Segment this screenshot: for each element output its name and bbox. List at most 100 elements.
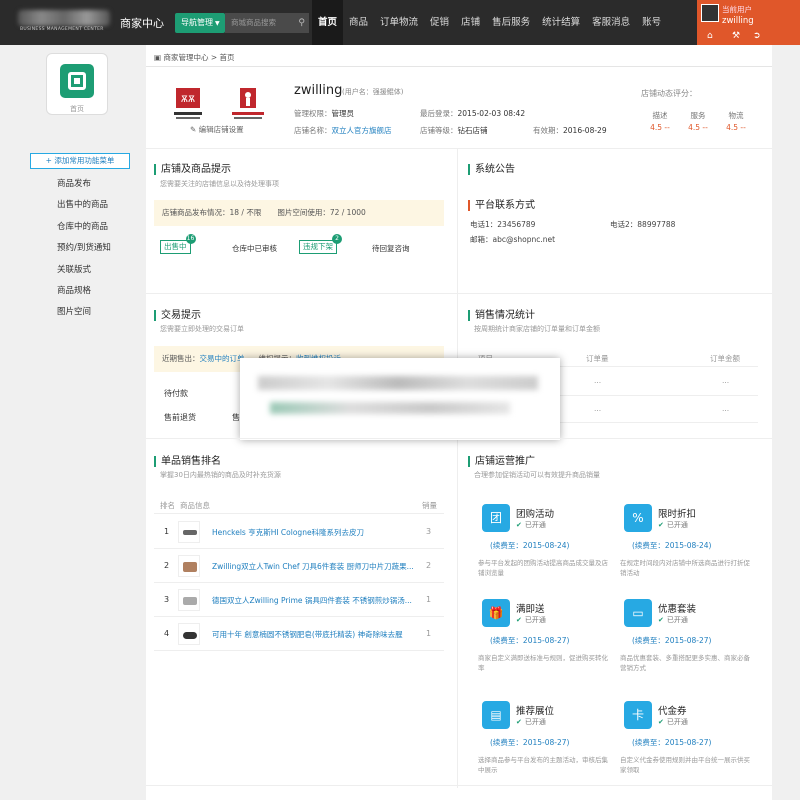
promo-voucher[interactable]: 卡 代金券 已开通 (续费至：2015-08-27) 自定义代金券使用规则并由平… [614, 695, 764, 785]
product-thumbnail[interactable] [178, 623, 200, 645]
sidebar-item-template[interactable]: 关联版式 [57, 263, 91, 275]
rank-header: 排名 [160, 501, 175, 510]
product-thumbnail[interactable] [178, 521, 200, 543]
group-buy-icon: 团 [482, 504, 510, 532]
product-name-link[interactable]: 德国双立人Zwilling Prime 锅具四件套装 不锈钢煎炒锅汤... [212, 595, 422, 606]
rating-service: 服务 4.5 -- [678, 110, 718, 132]
sidebar-item-arrival[interactable]: 预约/到货通知 [57, 241, 111, 253]
top-bar: BUSINESS MANAGEMENT CENTER 商家中心 导航管理 ▼ 商城… [0, 0, 800, 45]
promo-status: 已开通 [516, 615, 546, 625]
rank-number: 4 [164, 629, 170, 638]
menu-store[interactable]: 店铺 [455, 0, 486, 45]
add-common-menu-button[interactable]: + 添加常用功能菜单 [30, 153, 130, 169]
sidebar-item-on-sale[interactable]: 出售中的商品 [57, 198, 108, 210]
product-name-link[interactable]: Henckels 亨克斯HI Cologne科隆系列去皮刀 [212, 527, 422, 538]
divider [146, 785, 772, 786]
promo-name[interactable]: 限时折扣 [658, 506, 696, 520]
promo-name[interactable]: 团购活动 [516, 506, 554, 520]
menu-after-sales[interactable]: 售后服务 [486, 0, 536, 45]
sidebar-item-images[interactable]: 图片空间 [57, 305, 91, 317]
edit-store-label: 编辑店铺设置 [198, 125, 244, 134]
promo-full-gift[interactable]: 🎁 满即送 已开通 (续费至：2015-08-27) 商家自定义满即送标准与规则… [472, 593, 622, 683]
search-input[interactable]: 商城商品搜索 ⚲ [225, 13, 309, 33]
warehouse-approved-link[interactable]: 仓库中已审核 [232, 243, 277, 254]
pending-payment-link[interactable]: 待付款 [164, 388, 188, 399]
divider [146, 148, 772, 149]
pre-sale-return-link[interactable]: 售前退货 [164, 412, 196, 423]
product-thumbnail[interactable] [178, 555, 200, 577]
promo-renew-date[interactable]: (续费至：2015-08-27) [490, 635, 569, 646]
recent-orders-link[interactable]: 交易中的订单 [200, 354, 245, 363]
wrench-icon[interactable]: ⚒ [732, 31, 740, 41]
table-row[interactable]: 4 可用十年 創意楠圆不锈钢肥皂(带底托精装) 神奇除味去腥 1 [154, 617, 444, 651]
menu-messages[interactable]: 客服消息 [586, 0, 636, 45]
promo-name[interactable]: 优惠套装 [658, 601, 696, 615]
divider [154, 513, 444, 514]
edit-store-link[interactable]: ✎ 编辑店铺设置 [190, 124, 244, 135]
sidebar-item-spec[interactable]: 商品规格 [57, 284, 91, 296]
contact-title: 平台联系方式 [468, 200, 535, 211]
henckels-logo [232, 88, 264, 119]
menu-goods[interactable]: 商品 [343, 0, 374, 45]
store-name-link[interactable]: 双立人官方旗舰店 [332, 126, 392, 135]
pending-consult-link[interactable]: 待回复咨询 [372, 243, 410, 254]
search-icon[interactable]: ⚲ [298, 13, 305, 33]
promo-name[interactable]: 推荐展位 [516, 703, 554, 717]
menu-promotion[interactable]: 促销 [424, 0, 455, 45]
promo-group-buy[interactable]: 团 团购活动 已开通 (续费至：2015-08-24) 参与平台发起的团购活动提… [472, 498, 622, 588]
sales-cell: ... [722, 376, 730, 385]
username[interactable]: zwilling [722, 16, 754, 26]
last-login-info: 最后登录：2015-02-03 08:42 [420, 108, 525, 119]
promo-name[interactable]: 代金券 [658, 703, 687, 717]
sidebar-item-warehouse[interactable]: 仓库中的商品 [57, 220, 108, 232]
promo-discount[interactable]: % 限时折扣 已开通 (续费至：2015-08-24) 在规定时间段内对店铺中所… [614, 498, 764, 588]
blurred-text [258, 376, 538, 390]
menu-statistics[interactable]: 统计结算 [536, 0, 586, 45]
rating-logistics: 物流 4.5 -- [716, 110, 756, 132]
menu-orders[interactable]: 订单物流 [374, 0, 424, 45]
store-name: zwilling [294, 83, 343, 98]
promo-renew-date[interactable]: (续费至：2015-08-24) [632, 540, 711, 551]
search-placeholder: 商城商品搜索 [231, 18, 276, 27]
chevron-down-icon: ▼ [215, 20, 220, 27]
gift-card-icon: 卡 [624, 701, 652, 729]
sidebar-item-publish[interactable]: 商品发布 [57, 177, 91, 189]
product-thumbnail[interactable] [178, 589, 200, 611]
gift-icon: 🎁 [482, 599, 510, 627]
goods-tips-title: 店铺及商品提示 [154, 164, 231, 175]
table-row[interactable]: 1 Henckels 亨克斯HI Cologne科隆系列去皮刀 3 [154, 515, 444, 549]
notice-title: 系统公告 [468, 164, 515, 175]
email: 邮箱：abc@shopnc.net [470, 235, 556, 244]
blurred-text [270, 402, 510, 414]
promo-renew-date[interactable]: (续费至：2015-08-27) [490, 737, 569, 748]
phone2: 电话2：88997788 [610, 220, 676, 229]
menu-account[interactable]: 账号 [636, 0, 667, 45]
promo-status: 已开通 [658, 615, 688, 625]
avatar[interactable] [701, 4, 719, 22]
promo-name[interactable]: 满即送 [516, 601, 545, 615]
sales-header-amount: 订单金额 [710, 354, 740, 363]
site-logo[interactable]: BUSINESS MANAGEMENT CENTER [18, 10, 110, 34]
promo-renew-date[interactable]: (续费至：2015-08-27) [632, 635, 711, 646]
product-name-link[interactable]: Zwilling双立人Twin Chef 刀具6件套装 厨师刀中片刀蔬果... [212, 561, 422, 572]
ranking-title: 单品销售排名 [154, 456, 221, 467]
violation-tag[interactable]: 违规下架 2 [299, 234, 342, 254]
home-icon[interactable]: ⌂ [707, 31, 713, 41]
on-sale-tag[interactable]: 出售中 16 [160, 234, 196, 254]
promo-bundle[interactable]: ▭ 优惠套装 已开通 (续费至：2015-08-27) 商品优惠套装、多重搭配更… [614, 593, 764, 683]
home-tile[interactable]: 首页 [46, 53, 108, 115]
breadcrumb-root[interactable]: 商家管理中心 [163, 53, 208, 62]
promo-desc: 商家自定义满即送标准与规则，促进购买转化率 [478, 654, 608, 672]
promo-desc: 商品优惠套装、多重搭配更多实惠、商家必备营销方式 [620, 654, 750, 672]
store-level-value: 钻石店铺 [457, 126, 488, 135]
product-name-link[interactable]: 可用十年 創意楠圆不锈钢肥皂(带底托精装) 神奇除味去腥 [212, 629, 422, 640]
store-level-label: 店铺等级： [420, 126, 458, 135]
menu-home[interactable]: 首页 [312, 0, 344, 45]
promo-renew-date[interactable]: (续费至：2015-08-24) [490, 540, 569, 551]
nav-manage-button[interactable]: 导航管理 ▼ [175, 13, 225, 33]
table-row[interactable]: 2 Zwilling双立人Twin Chef 刀具6件套装 厨师刀中片刀蔬果..… [154, 549, 444, 583]
promo-renew-date[interactable]: (续费至：2015-08-27) [632, 737, 711, 748]
logout-icon[interactable]: ➲ [753, 31, 761, 41]
promo-booth[interactable]: ▤ 推荐展位 已开通 (续费至：2015-08-27) 选择商品参与平台发布的主… [472, 695, 622, 785]
table-row[interactable]: 3 德国双立人Zwilling Prime 锅具四件套装 不锈钢煎炒锅汤... … [154, 583, 444, 617]
